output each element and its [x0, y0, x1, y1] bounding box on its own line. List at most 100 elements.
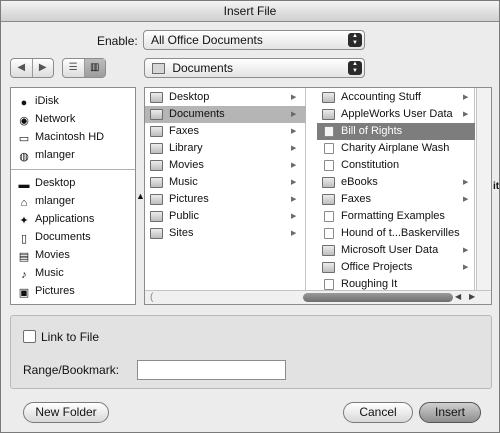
list-item[interactable]: Accounting Stuff ▶	[317, 89, 475, 106]
list-item[interactable]: Constitution	[317, 157, 475, 174]
browser-column-1: Desktop ▶ Documents ▶ Faxes ▶ Library ▶ Movi…	[145, 88, 306, 290]
back-arrow-icon[interactable]: ◀	[11, 59, 32, 77]
disclosure-arrow-icon: ▶	[291, 196, 297, 203]
list-item[interactable]: Formatting Examples	[317, 208, 475, 225]
folder-icon	[150, 177, 163, 188]
list-item[interactable]: Music ▶	[145, 174, 306, 191]
scroll-thumb[interactable]	[303, 293, 453, 302]
list-item[interactable]: Bill of Rights	[317, 123, 475, 140]
disclosure-arrow-icon: ▶	[463, 111, 469, 118]
enable-label: Enable:	[97, 34, 138, 48]
sidebar-item-label: Music	[35, 267, 64, 279]
disclosure-arrow-icon: ▶	[291, 162, 297, 169]
location-popup[interactable]: Documents ▲ ▼	[144, 58, 365, 78]
list-item[interactable]: Sites ▶	[145, 225, 306, 242]
document-icon	[324, 126, 334, 137]
link-to-file-checkbox[interactable]	[23, 330, 36, 343]
documents-icon: ▯	[20, 233, 28, 245]
folder-icon	[150, 211, 163, 222]
folder-icon	[322, 177, 335, 188]
sidebar-item-pictures[interactable]: ▣ Pictures	[17, 282, 75, 300]
sidebar-item-idisk[interactable]: ● iDisk	[17, 92, 59, 110]
sidebar-item-documents[interactable]: ▯ Documents	[17, 228, 91, 246]
list-item[interactable]: AppleWorks User Data ▶	[317, 106, 475, 123]
list-item[interactable]: Library ▶	[145, 140, 306, 157]
list-item[interactable]: eBooks ▶	[317, 174, 475, 191]
applications-icon: ✦	[19, 215, 29, 227]
list-item[interactable]: Charity Airplane Wash	[317, 140, 475, 157]
sidebar-item-applications[interactable]: ✦ Applications	[17, 210, 94, 228]
disclosure-arrow-icon: ▶	[291, 145, 297, 152]
list-item[interactable]: Microsoft User Data ▶	[317, 242, 475, 259]
list-item[interactable]: Faxes ▶	[145, 123, 306, 140]
folder-icon	[322, 245, 335, 256]
disclosure-arrow-icon: ▶	[463, 94, 469, 101]
desktop-icon: ▬	[18, 179, 30, 191]
cancel-button[interactable]: Cancel	[343, 402, 413, 423]
range-bookmark-label: Range/Bookmark:	[23, 363, 120, 377]
pictures-icon: ▣	[18, 287, 30, 299]
enable-value: All Office Documents	[151, 33, 263, 47]
list-item[interactable]: Pictures ▶	[145, 191, 306, 208]
folder-icon	[150, 92, 163, 103]
sidebar-item-desktop[interactable]: ▬ Desktop	[17, 174, 76, 192]
disclosure-arrow-icon: ▶	[463, 196, 469, 203]
link-to-file-label: Link to File	[41, 330, 100, 344]
scroll-track-cap-icon: (	[150, 292, 154, 303]
sidebar-item-label: Macintosh HD	[35, 131, 105, 143]
scroll-left-arrow-icon[interactable]: ◀	[455, 292, 461, 301]
disclosure-arrow-icon: ▶	[463, 179, 469, 186]
list-view-icon[interactable]: ☰	[63, 59, 84, 77]
movies-icon: ▤	[18, 251, 30, 263]
popup-arrows-icon: ▲ ▼	[348, 33, 362, 47]
splitter-handle-icon[interactable]: ▲	[136, 191, 145, 201]
disclosure-arrow-icon: ▶	[291, 111, 297, 118]
enable-popup[interactable]: All Office Documents ▲ ▼	[143, 30, 365, 50]
disclosure-arrow-icon: ▶	[463, 247, 469, 254]
list-item[interactable]: Office Projects ▶	[317, 259, 475, 276]
folder-icon	[150, 228, 163, 239]
folder-icon	[150, 194, 163, 205]
sidebar-item-mlanger-disk[interactable]: ◍ mlanger	[17, 146, 75, 164]
folder-icon	[322, 194, 335, 205]
disclosure-arrow-icon: ▶	[463, 264, 469, 271]
horizontal-scrollbar[interactable]: ( ◀ ▶	[145, 290, 491, 304]
sidebar-item-mlanger-home[interactable]: ⌂ mlanger	[17, 192, 75, 210]
list-item[interactable]: Faxes ▶	[317, 191, 475, 208]
folder-icon	[150, 143, 163, 154]
document-icon	[324, 160, 334, 171]
list-item[interactable]: Desktop ▶	[145, 89, 306, 106]
new-folder-button[interactable]: New Folder	[23, 402, 109, 423]
folder-icon	[150, 160, 163, 171]
scroll-right-arrow-icon[interactable]: ▶	[469, 292, 475, 301]
idisk-icon: ●	[20, 97, 28, 109]
document-icon	[324, 279, 334, 290]
hard-disk-icon: ▭	[18, 133, 30, 145]
insert-button[interactable]: Insert	[419, 402, 481, 423]
sidebar-item-label: Desktop	[35, 177, 76, 189]
sidebar: ● iDisk ◉ Network ▭ Macintosh HD ◍ mlanger ▬…	[10, 87, 136, 305]
range-bookmark-field[interactable]	[137, 360, 286, 380]
folder-icon	[150, 126, 163, 137]
sidebar-item-network[interactable]: ◉ Network	[17, 110, 75, 128]
document-icon	[324, 211, 334, 222]
sidebar-item-music[interactable]: ♪ Music	[17, 264, 64, 282]
list-item[interactable]: Movies ▶	[145, 157, 306, 174]
location-folder-icon	[152, 63, 165, 74]
disclosure-arrow-icon: ▶	[291, 128, 297, 135]
sidebar-item-movies[interactable]: ▤ Movies	[17, 246, 70, 264]
vertical-scrollbar[interactable]	[476, 88, 491, 290]
home-icon: ⌂	[20, 197, 28, 209]
list-item[interactable]: Hound of t...Baskervilles	[317, 225, 475, 242]
sidebar-item-macintosh-hd[interactable]: ▭ Macintosh HD	[17, 128, 104, 146]
folder-icon	[322, 109, 335, 120]
location-value: Documents	[172, 61, 234, 75]
folder-icon	[150, 109, 163, 120]
forward-arrow-icon[interactable]: ▶	[31, 59, 54, 77]
list-item[interactable]: Documents ▶	[145, 106, 306, 123]
column-view-icon[interactable]: ▥	[83, 59, 105, 77]
list-item[interactable]: Public ▶	[145, 208, 306, 225]
back-forward-control: ◀ ▶	[10, 58, 54, 78]
network-icon: ◉	[19, 115, 29, 127]
folder-icon	[322, 262, 335, 273]
